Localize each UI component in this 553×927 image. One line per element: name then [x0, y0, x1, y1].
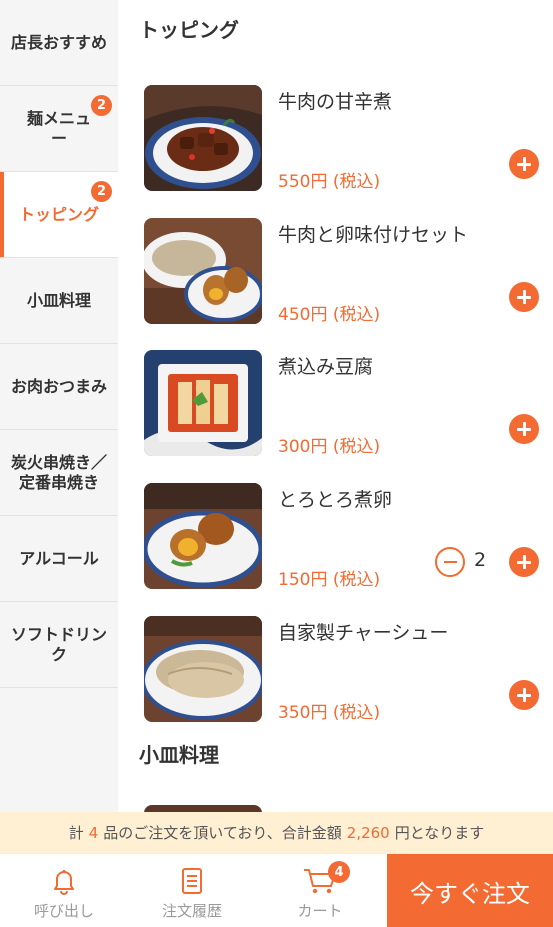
- summary-suffix: 円となります: [394, 824, 485, 842]
- item-price: 150円 (税込): [278, 570, 381, 590]
- item-price: 350円 (税込): [278, 703, 381, 723]
- section-title: トッピング: [139, 18, 239, 42]
- summary-middle: 品のご注文を頂いており、合計金額: [103, 824, 342, 842]
- cart-label: カート: [297, 902, 343, 920]
- item-name: 牛肉の甘辛煮: [278, 91, 393, 113]
- quantity-value: 2: [473, 549, 487, 571]
- summary-prefix: 計: [68, 824, 84, 842]
- beef-and-egg-set-photo[interactable]: [144, 218, 262, 324]
- call-staff-label: 呼び出し: [33, 902, 94, 920]
- category-item-toppings[interactable]: トッピング 2: [0, 172, 118, 258]
- receipt-icon: [177, 866, 207, 896]
- category-label: ソフトドリンク: [10, 624, 107, 664]
- add-item-button[interactable]: [509, 547, 539, 577]
- item-price: 300円 (税込): [278, 437, 381, 457]
- add-item-button[interactable]: [509, 282, 539, 312]
- category-count-badge: 2: [91, 181, 112, 202]
- category-item-meat-snacks[interactable]: お肉おつまみ: [0, 344, 118, 430]
- item-price: 450円 (税込): [278, 305, 381, 325]
- order-history-label: 注文履歴: [161, 902, 222, 920]
- item-name: 牛肉と卵味付けセット: [278, 224, 469, 246]
- section-title: 小皿料理: [139, 743, 219, 767]
- category-count-badge: 2: [91, 95, 112, 116]
- cart-count-badge: 4: [328, 861, 350, 883]
- add-item-button[interactable]: [509, 414, 539, 444]
- item-name: 煮込み豆腐: [278, 356, 374, 378]
- call-staff-button[interactable]: 呼び出し: [0, 854, 128, 927]
- order-history-button[interactable]: 注文履歴: [128, 854, 256, 927]
- add-item-button[interactable]: [509, 680, 539, 710]
- category-item-alcohol[interactable]: アルコール: [0, 516, 118, 602]
- cart-button[interactable]: カート 4: [256, 854, 384, 927]
- category-label: アルコール: [19, 548, 99, 568]
- category-item-soft-drinks[interactable]: ソフトドリンク: [0, 602, 118, 688]
- menu-item[interactable]: とろとろ煮卵 150円 (税込) 2: [144, 483, 539, 590]
- summary-total-amount: 2,260: [346, 823, 390, 842]
- chashu-photo[interactable]: [144, 616, 262, 722]
- category-label: 炭火串焼き／定番串焼き: [10, 452, 107, 492]
- stewed-tofu-photo[interactable]: [144, 350, 262, 456]
- category-label: お肉おつまみ: [10, 376, 107, 396]
- bell-icon: [49, 866, 79, 896]
- braised-beef-photo[interactable]: [144, 85, 262, 191]
- partial-dish-photo[interactable]: [144, 805, 262, 812]
- decrease-quantity-button[interactable]: [435, 547, 465, 577]
- category-item-recommended[interactable]: 店長おすすめ: [0, 0, 118, 86]
- order-now-button[interactable]: 今すぐ注文: [387, 854, 553, 927]
- menu-item[interactable]: 牛肉の甘辛煮 550円 (税込): [144, 85, 539, 192]
- category-label: トッピング: [18, 204, 99, 224]
- category-label: 店長おすすめ: [10, 32, 107, 52]
- order-summary-banner: 計 4 品のご注文を頂いており、合計金額 2,260 円となります: [0, 812, 553, 853]
- category-label: 小皿料理: [26, 290, 91, 310]
- category-item-small-plates[interactable]: 小皿料理: [0, 258, 118, 344]
- menu-list[interactable]: トッピング 牛肉の甘辛煮 550円 (税込) 牛肉と卵味付けセット 450円 (…: [118, 0, 553, 812]
- category-label: 麺メニュー: [26, 108, 91, 148]
- menu-item[interactable]: 煮込み豆腐 300円 (税込): [144, 350, 539, 457]
- category-sidebar: 店長おすすめ 麺メニュー 2 トッピング 2 小皿料理 お肉おつまみ 炭火串焼き…: [0, 0, 118, 812]
- add-item-button[interactable]: [509, 149, 539, 179]
- menu-item[interactable]: [144, 805, 539, 812]
- item-name: とろとろ煮卵: [278, 489, 393, 511]
- item-name: 自家製チャーシュー: [278, 622, 449, 644]
- category-item-skewers[interactable]: 炭火串焼き／定番串焼き: [0, 430, 118, 516]
- soft-boiled-egg-photo[interactable]: [144, 483, 262, 589]
- summary-item-count: 4: [88, 823, 99, 842]
- menu-item[interactable]: 自家製チャーシュー 350円 (税込): [144, 616, 539, 723]
- menu-item[interactable]: 牛肉と卵味付けセット 450円 (税込): [144, 218, 539, 325]
- bottom-bar: 呼び出し 注文履歴 カート 4 今すぐ注文: [0, 853, 553, 927]
- category-item-noodles[interactable]: 麺メニュー 2: [0, 86, 118, 172]
- item-price: 550円 (税込): [278, 172, 381, 192]
